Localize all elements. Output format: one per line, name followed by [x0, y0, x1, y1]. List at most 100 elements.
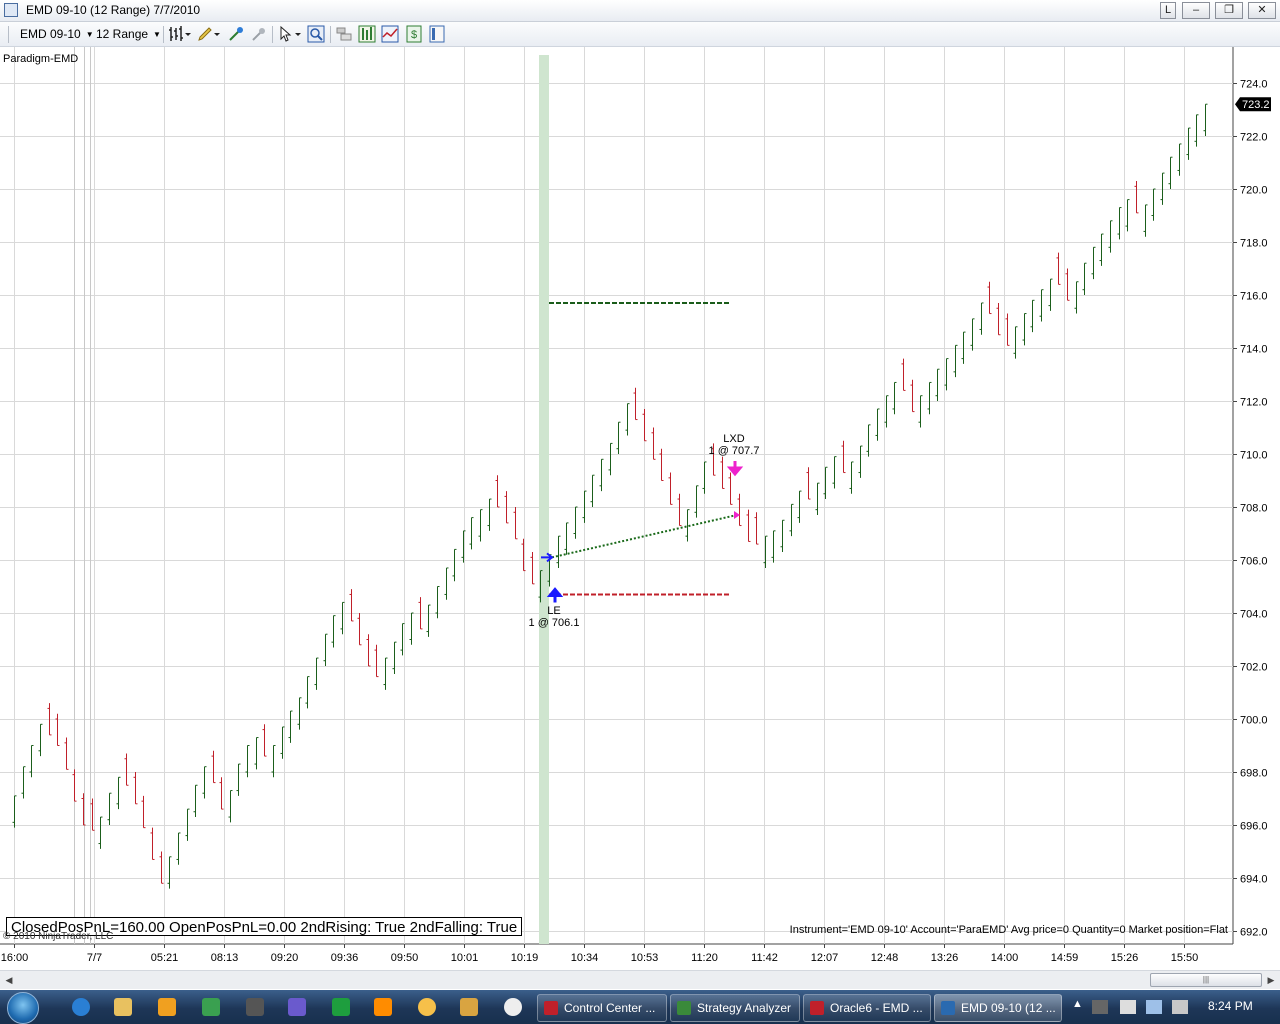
x-tick-label: 08:13	[211, 952, 239, 964]
x-tick-label: 10:01	[451, 952, 479, 964]
ohlc-bar	[1074, 281, 1079, 314]
ohlc-bar	[815, 482, 820, 515]
ohlc-bar	[495, 475, 500, 508]
x-tick-label: 14:00	[991, 952, 1019, 964]
magnet-icon[interactable]	[250, 25, 268, 43]
internet-explorer-icon[interactable]	[72, 998, 90, 1016]
ohlc-bar	[702, 461, 707, 494]
properties-icon[interactable]	[428, 25, 446, 43]
clock-app-icon[interactable]	[504, 998, 522, 1016]
folder-icon[interactable]	[114, 998, 132, 1016]
x-tick-label: 09:20	[271, 952, 299, 964]
minimize-button[interactable]: –	[1182, 2, 1210, 19]
task-emd-chart[interactable]: EMD 09-10 (12 ...	[934, 994, 1062, 1022]
task-oracle6[interactable]: Oracle6 - EMD ...	[803, 994, 931, 1022]
pen-tool-icon[interactable]	[460, 998, 478, 1016]
spreadsheet-icon[interactable]	[332, 998, 350, 1016]
volume-icon[interactable]	[1172, 1000, 1188, 1014]
y-tick-label: 714.0	[1240, 344, 1268, 356]
chart-panel[interactable]: 724.0 722.0 720.0 718.0 716.0 714.0 712.0 710.0…	[0, 47, 1280, 969]
price-chart[interactable]: 724.0 722.0 720.0 718.0 716.0 714.0 712.0 710.0…	[0, 47, 1280, 969]
ohlc-bar	[12, 795, 17, 828]
chart-trader-icon[interactable]	[335, 25, 353, 43]
y-tick-label: 702.0	[1240, 662, 1268, 674]
cursor-icon[interactable]	[278, 25, 301, 43]
ohlc-bar	[633, 387, 638, 421]
ohlc-bar	[1091, 246, 1096, 280]
x-tick-label: 12:48	[871, 952, 899, 964]
scroll-right-arrow-icon[interactable]: ▶	[1264, 973, 1278, 987]
close-button[interactable]: ✕	[1248, 2, 1276, 19]
bar-style-icon[interactable]	[168, 25, 191, 43]
toolbar-separator	[272, 26, 273, 43]
ohlc-bar	[55, 713, 60, 746]
printer-icon[interactable]	[246, 998, 264, 1016]
svg-text:$: $	[411, 29, 417, 41]
ohlc-bar	[625, 403, 630, 436]
x-tick-label: 7/7	[87, 952, 102, 964]
interval-label: 12 Range	[96, 27, 149, 41]
x-tick-label: 09:36	[331, 952, 359, 964]
ohlc-bar	[746, 509, 751, 542]
chart-toolbar: EMD 09-10 ▼ 12 Range ▼ $	[0, 22, 1280, 47]
action-center-flag-icon[interactable]	[1120, 1000, 1136, 1014]
ohlc-bar	[452, 548, 457, 582]
ohlc-bar	[996, 302, 1001, 336]
scrollbar-thumb[interactable]: |||	[1150, 973, 1262, 987]
x-tick-label: 13:26	[931, 952, 959, 964]
show-hidden-icons-icon[interactable]: ▲	[1072, 998, 1083, 1010]
task-control-center[interactable]: Control Center ...	[537, 994, 667, 1022]
instrument-selector[interactable]: EMD 09-10 ▼	[20, 26, 94, 42]
vlc-icon[interactable]	[374, 998, 392, 1016]
bar-style-glyph	[169, 26, 191, 41]
y-tick-label: 696.0	[1240, 821, 1268, 833]
ohlc-bar	[1039, 289, 1044, 322]
ohlc-bar	[556, 535, 561, 568]
ohlc-bar	[1151, 188, 1156, 221]
indicator-name: Paradigm-EMD	[3, 53, 79, 65]
ohlc-bar	[1022, 313, 1027, 346]
restore-button[interactable]: ❐	[1215, 2, 1243, 19]
ohlc-bar	[469, 517, 474, 550]
interval-selector[interactable]: 12 Range ▼	[96, 26, 161, 42]
oracle-chart-icon	[810, 1001, 824, 1015]
pencil-icon[interactable]	[197, 25, 220, 43]
time-axis[interactable]: 16:00 7/7 05:21 08:13 09:20 09:36 09:50 10:01 10…	[1, 944, 1199, 964]
media-player-icon[interactable]	[158, 998, 176, 1016]
system-clock[interactable]: 8:24 PM	[1208, 999, 1253, 1013]
price-axis[interactable]: 724.0 722.0 720.0 718.0 716.0 714.0 712.0 710.0…	[1233, 79, 1271, 939]
cursor-glyph	[280, 25, 301, 42]
link-button[interactable]: L	[1160, 2, 1176, 19]
task-strategy-analyzer[interactable]: Strategy Analyzer	[670, 994, 800, 1022]
scroll-left-arrow-icon[interactable]: ◀	[2, 973, 16, 987]
network-icon[interactable]	[1146, 1000, 1162, 1014]
current-price-tag: 723.2	[1235, 97, 1271, 112]
x-tick-label: 15:26	[1111, 952, 1139, 964]
chart-icon	[941, 1001, 955, 1015]
ohlc-bar	[1030, 299, 1035, 333]
magnet-glyph	[252, 28, 265, 41]
ohlc-bar	[374, 644, 379, 678]
ohlc-bar	[1186, 127, 1191, 160]
ohlc-bar	[564, 522, 569, 555]
ohlc-bar	[349, 589, 354, 622]
app-icon[interactable]	[202, 998, 220, 1016]
tray-printer-icon[interactable]	[1092, 1000, 1108, 1014]
strategies-icon[interactable]: $	[405, 25, 423, 43]
indicators-icon[interactable]	[381, 25, 399, 43]
ohlc-bar	[305, 676, 310, 709]
smiley-icon[interactable]	[418, 998, 436, 1016]
start-button[interactable]	[7, 992, 39, 1024]
data-box-icon[interactable]	[358, 25, 376, 43]
chevron-down-icon: ▼	[85, 30, 94, 39]
instrument-label: EMD 09-10	[20, 27, 81, 41]
price-bars	[12, 103, 1208, 889]
network-tool-icon[interactable]	[288, 998, 306, 1016]
ohlc-bar	[910, 379, 915, 413]
horizontal-scrollbar[interactable]: ◀ ||| ▶	[0, 970, 1280, 989]
x-tick-label: 10:19	[511, 952, 539, 964]
zoom-icon[interactable]	[307, 25, 325, 43]
y-tick-label: 718.0	[1240, 238, 1268, 250]
ohlc-bar	[832, 456, 837, 489]
crosshair-icon[interactable]	[227, 25, 245, 43]
